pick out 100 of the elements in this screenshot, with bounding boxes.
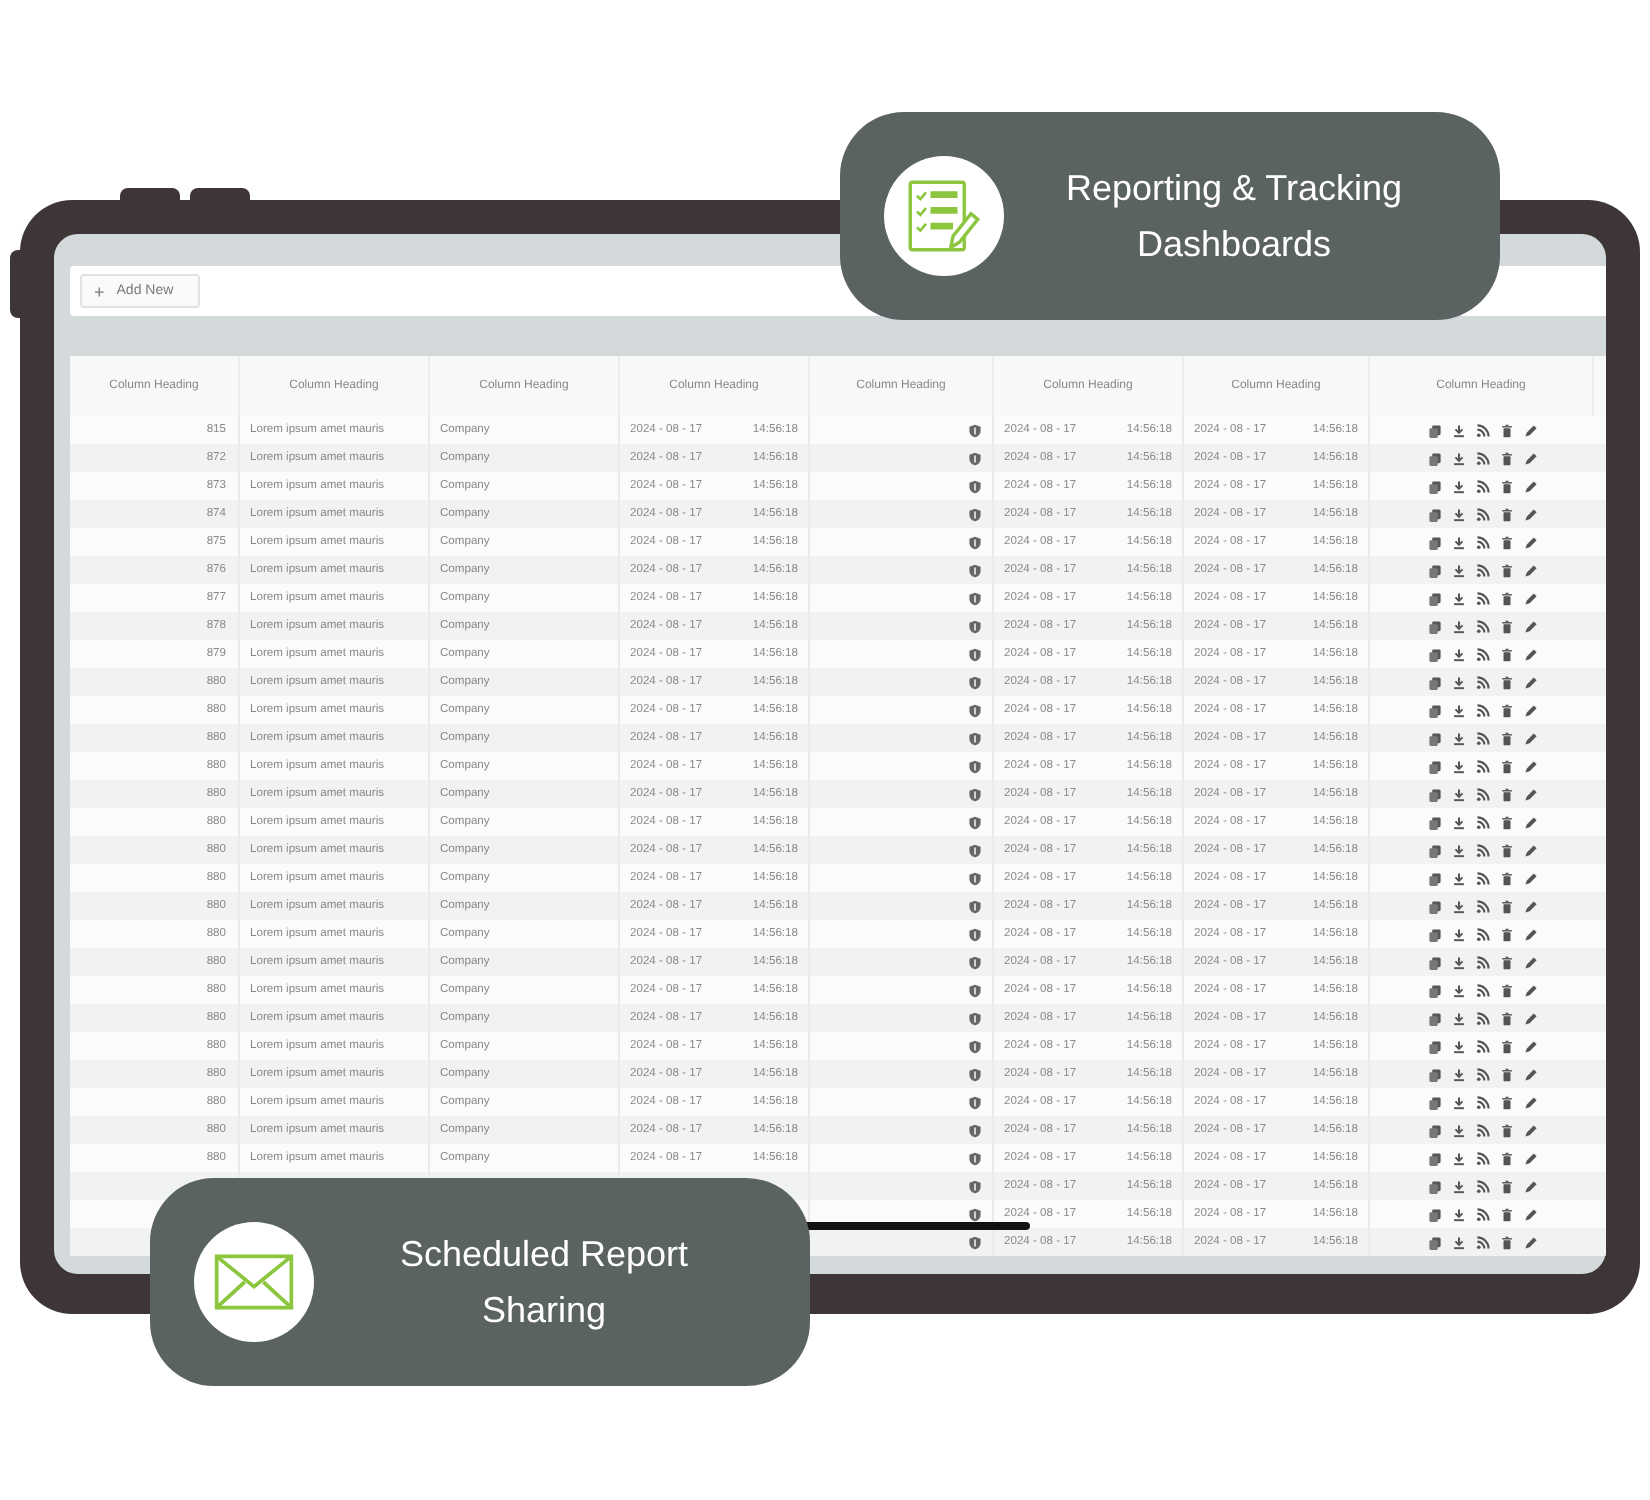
trash-icon[interactable] [1499,647,1513,661]
download-icon[interactable] [1451,731,1465,745]
download-icon[interactable] [1451,647,1465,661]
trash-icon[interactable] [1499,1235,1513,1249]
rss-icon[interactable] [1475,1235,1489,1249]
trash-icon[interactable] [1499,507,1513,521]
download-icon[interactable] [1451,955,1465,969]
rss-icon[interactable] [1475,479,1489,493]
download-icon[interactable] [1451,619,1465,633]
rss-icon[interactable] [1475,1207,1489,1221]
trash-icon[interactable] [1499,423,1513,437]
trash-icon[interactable] [1499,759,1513,773]
rss-icon[interactable] [1475,787,1489,801]
download-icon[interactable] [1451,535,1465,549]
trash-icon[interactable] [1499,619,1513,633]
trash-icon[interactable] [1499,983,1513,997]
rss-icon[interactable] [1475,871,1489,885]
download-icon[interactable] [1451,787,1465,801]
trash-icon[interactable] [1499,1207,1513,1221]
trash-icon[interactable] [1499,1179,1513,1193]
download-icon[interactable] [1451,479,1465,493]
shield-icon [968,1235,982,1249]
trash-icon[interactable] [1499,787,1513,801]
shield-icon [968,451,982,465]
trash-icon[interactable] [1499,1067,1513,1081]
rss-icon[interactable] [1475,815,1489,829]
shield-icon [968,983,982,997]
rss-icon[interactable] [1475,451,1489,465]
download-icon[interactable] [1451,871,1465,885]
download-icon[interactable] [1451,759,1465,773]
download-icon[interactable] [1451,1095,1465,1109]
download-icon[interactable] [1451,675,1465,689]
download-icon[interactable] [1451,843,1465,857]
shield-icon [968,703,982,717]
rss-icon[interactable] [1475,703,1489,717]
trash-icon[interactable] [1499,1123,1513,1137]
trash-icon[interactable] [1499,955,1513,969]
rss-icon[interactable] [1475,1123,1489,1137]
download-icon[interactable] [1451,591,1465,605]
rss-icon[interactable] [1475,423,1489,437]
rss-icon[interactable] [1475,563,1489,577]
download-icon[interactable] [1451,423,1465,437]
rss-icon[interactable] [1475,1179,1489,1193]
rss-icon[interactable] [1475,927,1489,941]
trash-icon[interactable] [1499,703,1513,717]
download-icon[interactable] [1451,1235,1465,1249]
download-icon[interactable] [1451,1123,1465,1137]
trash-icon[interactable] [1499,675,1513,689]
trash-icon[interactable] [1499,1095,1513,1109]
trash-icon[interactable] [1499,927,1513,941]
shield-icon [968,787,982,801]
rss-icon[interactable] [1475,647,1489,661]
download-icon[interactable] [1451,563,1465,577]
callout-title: Dashboards [1136,222,1332,266]
trash-icon[interactable] [1499,731,1513,745]
rss-icon[interactable] [1475,675,1489,689]
trash-icon[interactable] [1499,479,1513,493]
download-icon[interactable] [1451,1011,1465,1025]
rss-icon[interactable] [1475,1011,1489,1025]
download-icon[interactable] [1451,983,1465,997]
rss-icon[interactable] [1475,731,1489,745]
download-icon[interactable] [1451,1151,1465,1165]
trash-icon[interactable] [1499,1151,1513,1165]
callout-title: Scheduled Report [399,1232,689,1276]
download-icon[interactable] [1451,703,1465,717]
checklist-pencil-icon [908,180,980,252]
trash-icon[interactable] [1499,871,1513,885]
download-icon[interactable] [1451,899,1465,913]
trash-icon[interactable] [1499,1039,1513,1053]
trash-icon[interactable] [1499,1011,1513,1025]
trash-icon[interactable] [1499,843,1513,857]
trash-icon[interactable] [1499,591,1513,605]
rss-icon[interactable] [1475,507,1489,521]
trash-icon[interactable] [1499,815,1513,829]
rss-icon[interactable] [1475,591,1489,605]
rss-icon[interactable] [1475,1095,1489,1109]
trash-icon[interactable] [1499,535,1513,549]
download-icon[interactable] [1451,1067,1465,1081]
trash-icon[interactable] [1499,451,1513,465]
rss-icon[interactable] [1475,1067,1489,1081]
rss-icon[interactable] [1475,759,1489,773]
trash-icon[interactable] [1499,899,1513,913]
trash-icon[interactable] [1499,563,1513,577]
download-icon[interactable] [1451,1179,1465,1193]
rss-icon[interactable] [1475,535,1489,549]
download-icon[interactable] [1451,927,1465,941]
rss-icon[interactable] [1475,955,1489,969]
shield-icon [968,563,982,577]
download-icon[interactable] [1451,1039,1465,1053]
rss-icon[interactable] [1475,1039,1489,1053]
download-icon[interactable] [1451,507,1465,521]
rss-icon[interactable] [1475,1151,1489,1165]
shield-icon [968,591,982,605]
download-icon[interactable] [1451,815,1465,829]
rss-icon[interactable] [1475,619,1489,633]
rss-icon[interactable] [1475,899,1489,913]
rss-icon[interactable] [1475,843,1489,857]
download-icon[interactable] [1451,451,1465,465]
download-icon[interactable] [1451,1207,1465,1221]
rss-icon[interactable] [1475,983,1489,997]
